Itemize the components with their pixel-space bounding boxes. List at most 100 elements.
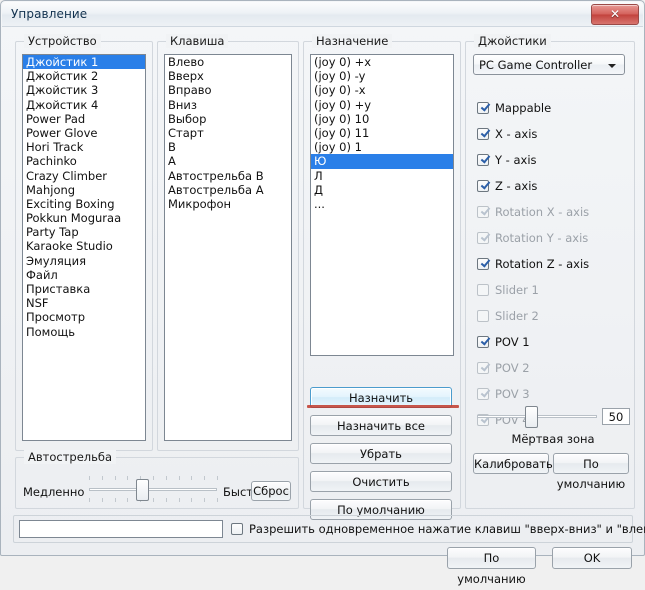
device-list-item[interactable]: Mahjong bbox=[23, 183, 145, 197]
check-icon bbox=[480, 101, 489, 111]
assignment-list-item[interactable]: (joy 0) +x bbox=[311, 55, 453, 69]
ok-button[interactable]: OK bbox=[552, 547, 632, 569]
check-icon bbox=[480, 361, 489, 371]
assignment-list-item[interactable]: ... bbox=[311, 197, 453, 211]
assignment-list-item[interactable]: Ю bbox=[311, 154, 453, 169]
check-icon bbox=[480, 179, 489, 189]
assignment-list-item[interactable]: Л bbox=[311, 169, 453, 183]
key-list-item[interactable]: B bbox=[165, 140, 291, 154]
key-list-item[interactable]: A bbox=[165, 154, 291, 168]
device-list-item[interactable]: Файл bbox=[23, 268, 145, 282]
device-list-item[interactable]: NSF bbox=[23, 296, 145, 310]
ok-button-label: OK bbox=[583, 551, 601, 565]
deadzone-value-field[interactable]: 50 bbox=[602, 408, 630, 425]
assignment-list-item[interactable]: Д bbox=[311, 183, 453, 197]
assignment-list-item[interactable]: (joy 0) -x bbox=[311, 83, 453, 97]
autofire-slider-track bbox=[89, 488, 217, 491]
device-list-item[interactable]: Джойстик 1 bbox=[23, 55, 145, 70]
deadzone-caption: Мёртвая зона bbox=[511, 432, 595, 446]
action-button-2[interactable]: Назначить все bbox=[310, 415, 452, 436]
device-list-item[interactable]: Эмуляция bbox=[23, 254, 145, 268]
assignment-list-item[interactable]: (joy 0) 1 bbox=[311, 140, 453, 154]
dialog-default-button-label: По умолчанию bbox=[457, 551, 526, 586]
device-list-item[interactable]: Джойстик 4 bbox=[23, 98, 145, 112]
assignment-list-item[interactable]: (joy 0) +y bbox=[311, 98, 453, 112]
autofire-reset-button[interactable]: Сброс bbox=[251, 481, 291, 501]
checkbox-label: Rotation Z - axis bbox=[495, 257, 590, 271]
key-list-item[interactable]: Автострельба B bbox=[165, 169, 291, 183]
assignment-list-item[interactable]: (joy 0) -y bbox=[311, 69, 453, 83]
checkbox-label: Y - axis bbox=[495, 153, 537, 167]
action-button-4[interactable]: Очистить bbox=[310, 471, 452, 492]
device-list-item[interactable]: Pachinko bbox=[23, 154, 145, 168]
check-icon bbox=[480, 205, 489, 215]
key-list-item[interactable]: Автострельба A bbox=[165, 183, 291, 197]
key-list-item[interactable]: Вправо bbox=[165, 83, 291, 97]
group-joysticks-legend: Джойстики bbox=[474, 34, 551, 48]
device-list-item[interactable]: Power Pad bbox=[23, 112, 145, 126]
checkbox-box bbox=[477, 102, 489, 114]
dialog-client-area: Устройство Джойстик 1 Джойстик 2 Джойстик … bbox=[7, 29, 645, 586]
assignment-list-item[interactable]: (joy 0) 10 bbox=[311, 112, 453, 126]
device-list-item[interactable]: Pokkun Moguraa bbox=[23, 211, 145, 225]
key-list-item[interactable]: Вниз bbox=[165, 98, 291, 112]
checkbox-box bbox=[477, 154, 489, 166]
device-listbox[interactable]: Джойстик 1 Джойстик 2 Джойстик 3 Джойстик 4… bbox=[22, 54, 146, 441]
action-button-label: Назначить все bbox=[337, 419, 425, 433]
key-list-item[interactable]: Старт bbox=[165, 126, 291, 140]
control-dialog-window: Управление ✕ Устройство Джойстик 1 Джойст… bbox=[0, 0, 645, 586]
key-listbox[interactable]: Влево Вверх Вправо Вниз Выбор Старт B A Автостре… bbox=[164, 54, 292, 441]
checkbox-label: X - axis bbox=[495, 127, 538, 141]
device-list-item[interactable]: Power Glove bbox=[23, 126, 145, 140]
checkbox-box bbox=[477, 362, 489, 374]
window-title: Управление bbox=[11, 7, 88, 21]
autofire-slider-thumb[interactable] bbox=[136, 479, 150, 501]
autofire-slow-label: Медленно bbox=[23, 485, 85, 499]
device-list-item[interactable]: Exciting Boxing bbox=[23, 197, 145, 211]
group-device-legend: Устройство bbox=[24, 34, 101, 48]
joystick-select[interactable]: PC Game Controller bbox=[473, 54, 625, 75]
close-button[interactable]: ✕ bbox=[591, 4, 639, 25]
simultaneous-press-checkbox-box bbox=[231, 523, 243, 535]
checkbox-box bbox=[477, 180, 489, 192]
device-list-item[interactable]: Crazy Climber bbox=[23, 169, 145, 183]
assignment-listbox[interactable]: (joy 0) +x (joy 0) -y (joy 0) -x (joy 0) +y… bbox=[310, 54, 454, 356]
check-icon bbox=[480, 127, 489, 137]
checkbox-box bbox=[477, 206, 489, 218]
check-icon bbox=[480, 335, 489, 345]
device-list-item[interactable]: Party Tap bbox=[23, 225, 145, 239]
key-list-item[interactable]: Влево bbox=[165, 55, 291, 69]
checkbox-label: POV 1 bbox=[495, 335, 530, 349]
checkbox-box bbox=[477, 310, 489, 322]
checkbox-label: POV 2 bbox=[495, 361, 530, 375]
status-text-field[interactable] bbox=[19, 520, 223, 538]
key-list-item[interactable]: Вверх bbox=[165, 69, 291, 83]
device-list-item[interactable]: Джойстик 3 bbox=[23, 83, 145, 97]
checkbox-box bbox=[477, 258, 489, 270]
device-list-item[interactable]: Приставка bbox=[23, 282, 145, 296]
dialog-default-button[interactable]: По умолчанию bbox=[447, 547, 536, 586]
device-list-item[interactable]: Джойстик 2 bbox=[23, 69, 145, 83]
checkbox-label: Z - axis bbox=[495, 179, 538, 193]
action-button-3[interactable]: Убрать bbox=[310, 443, 452, 464]
deadzone-slider-thumb[interactable] bbox=[524, 406, 538, 428]
key-list-item[interactable]: Микрофон bbox=[165, 197, 291, 211]
group-autofire-legend: Автострельба bbox=[24, 450, 117, 464]
deadzone-slider[interactable] bbox=[477, 406, 597, 428]
key-list-item[interactable]: Выбор bbox=[165, 112, 291, 126]
device-list-item[interactable]: Karaoke Studio bbox=[23, 239, 145, 253]
annotation-underline bbox=[307, 405, 459, 408]
checkbox-label: Slider 2 bbox=[495, 309, 539, 323]
assignment-list-item[interactable]: (joy 0) 11 bbox=[311, 126, 453, 140]
calibrate-button[interactable]: Калибровать bbox=[473, 453, 553, 474]
title-bar: Управление ✕ bbox=[2, 2, 643, 27]
device-list-item[interactable]: Помощь bbox=[23, 325, 145, 339]
joystick-default-button[interactable]: По умолчанию bbox=[553, 453, 629, 491]
autofire-slider-ticks-bottom bbox=[89, 498, 218, 502]
autofire-slider[interactable] bbox=[89, 476, 218, 502]
device-list-item[interactable]: Hori Track bbox=[23, 140, 145, 154]
checkbox-label: Rotation X - axis bbox=[495, 205, 590, 219]
device-list-item[interactable]: Просмотр bbox=[23, 310, 145, 324]
checkbox-box bbox=[477, 232, 489, 244]
autofire-reset-button-label: Сброс bbox=[253, 484, 289, 498]
